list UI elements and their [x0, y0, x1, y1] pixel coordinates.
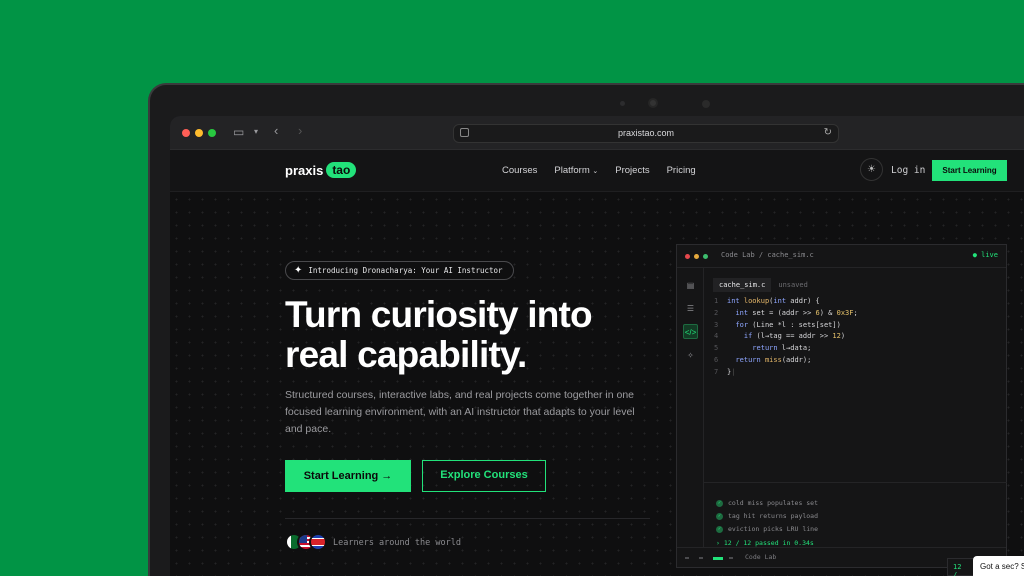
back-icon[interactable]: ‹: [274, 123, 278, 138]
hero-section: ✦ Introducing Dronacharya: Your AI Instr…: [170, 193, 1024, 576]
code-line: 6 return miss(addr);: [714, 355, 812, 364]
line-number: 5: [714, 344, 719, 353]
step-counter: 12 /: [947, 558, 975, 576]
live-indicator: ● live: [972, 251, 998, 259]
test-results: ✓ cold miss populates set ✓ tag hit return…: [704, 482, 1007, 547]
chevron-down-icon[interactable]: ▾: [254, 127, 258, 136]
panel-dot-red: [685, 254, 690, 259]
learners-caption: Learners around the world: [333, 538, 461, 548]
sensor-dot: [702, 100, 710, 108]
line-number: 4: [714, 332, 719, 341]
footer-dot: [685, 557, 689, 559]
check-icon: ✓: [716, 499, 723, 507]
list-icon[interactable]: ☰: [683, 301, 698, 316]
nav-link-projects[interactable]: Projects: [615, 165, 649, 176]
logo-word: praxis: [285, 162, 324, 178]
line-number: 1: [714, 297, 719, 305]
line-number: 7: [714, 367, 719, 376]
logo-pill: tao: [326, 162, 357, 178]
hero-title-line1: Turn curiosity into: [285, 294, 593, 335]
code-line: 5 return l→data;: [714, 344, 812, 353]
file-status: unsaved: [778, 281, 808, 289]
forward-icon[interactable]: ›: [298, 123, 302, 138]
browser-titlebar: ▭ ▾ ‹ › praxistao.com ↻: [170, 116, 1024, 150]
code-line: 2 int set = (addr >> 6) & 0x3F;: [714, 308, 858, 317]
check-icon: ✓: [716, 525, 723, 533]
chat-widget[interactable]: Got a sec? S: [973, 556, 1024, 576]
editor-tabs: cache_sim.c unsaved: [713, 278, 808, 292]
site-nav: praxis tao Courses Platform ⌄ Projects P…: [170, 150, 1024, 192]
panel-breadcrumb: Code Lab / cache_sim.c: [721, 251, 814, 259]
theme-toggle-sun-icon[interactable]: ☀: [860, 158, 883, 181]
code-line: 1 int lookup(int addr) {: [714, 297, 820, 305]
address-bar[interactable]: praxistao.com ↻: [453, 124, 839, 143]
north-korea-flag-icon: [309, 533, 327, 551]
panel-dot-yellow: [694, 254, 699, 259]
hero-title-line2: real capability.: [285, 334, 527, 375]
nav-link-platform-label: Platform: [554, 165, 590, 176]
test-row: ✓ eviction picks LRU line: [716, 525, 818, 533]
chevron-down-icon: ⌄: [592, 168, 599, 175]
reload-icon[interactable]: ↻: [824, 127, 832, 138]
panel-header: Code Lab / cache_sim.c ● live: [677, 245, 1006, 268]
footer-label: Code Lab: [745, 553, 777, 561]
sparkle-icon: ✦: [294, 265, 303, 276]
hero-subtitle: Structured courses, interactive labs, an…: [285, 389, 635, 435]
explore-courses-button[interactable]: Explore Courses: [422, 460, 546, 492]
check-icon: ✓: [716, 512, 723, 520]
nav-link-courses[interactable]: Courses: [502, 165, 537, 176]
browser-window: ▭ ▾ ‹ › praxistao.com ↻ praxis tao Cours…: [170, 116, 1024, 576]
start-learning-nav-button[interactable]: Start Learning: [932, 160, 1007, 181]
nav-link-pricing[interactable]: Pricing: [667, 165, 696, 176]
announcement-badge[interactable]: ✦ Introducing Dronacharya: Your AI Instr…: [285, 261, 514, 280]
test-label: eviction picks LRU line: [728, 525, 819, 533]
footer-dot: [729, 557, 733, 559]
code-line: 7}|: [714, 367, 736, 376]
url-text: praxistao.com: [617, 128, 675, 138]
file-icon[interactable]: ▤: [683, 278, 698, 293]
line-number: 2: [714, 308, 719, 317]
panel-dot-green: [703, 254, 708, 259]
login-link[interactable]: Log in: [891, 165, 925, 176]
camera-lens: [648, 98, 658, 108]
code-icon[interactable]: </>: [683, 324, 698, 339]
close-window-button[interactable]: [182, 129, 190, 137]
file-tab[interactable]: cache_sim.c: [713, 278, 772, 292]
debug-icon[interactable]: ✧: [683, 348, 698, 363]
test-row: ✓ tag hit returns payload: [716, 512, 818, 520]
code-lab-panel: Code Lab / cache_sim.c ● live ▤ ☰ </> ✧ …: [676, 244, 1007, 568]
footer-dot: [699, 557, 703, 559]
footer-progress: [713, 557, 723, 560]
test-label: tag hit returns payload: [728, 512, 819, 520]
sensor-dot: [620, 101, 625, 106]
test-label: cold miss populates set: [728, 499, 819, 507]
start-learning-button[interactable]: Start Learning →: [285, 460, 411, 492]
zoom-window-button[interactable]: [208, 129, 216, 137]
sidebar-toggle-icon[interactable]: ▭: [233, 125, 244, 139]
minimize-window-button[interactable]: [195, 129, 203, 137]
badge-text: Introducing Dronacharya: Your AI Instruc…: [308, 266, 503, 275]
code-line: 4 if (l→tag == addr >> 12): [714, 332, 846, 341]
test-row: ✓ cold miss populates set: [716, 499, 818, 507]
flag-avatars: [285, 533, 331, 553]
nav-link-platform[interactable]: Platform ⌄: [554, 165, 598, 176]
line-number: 6: [714, 355, 719, 364]
divider: [285, 518, 650, 519]
panel-sidebar: ▤ ☰ </> ✧: [677, 268, 704, 548]
code-editor[interactable]: 1 int lookup(int addr) { 2 int set = (add…: [714, 297, 858, 380]
logo[interactable]: praxis tao: [285, 162, 357, 178]
line-number: 3: [714, 320, 719, 329]
test-summary: › 12 / 12 passed in 0.34s: [716, 539, 814, 547]
nav-links: Courses Platform ⌄ Projects Pricing: [502, 165, 696, 176]
hero-title: Turn curiosity into real capability.: [285, 294, 593, 375]
code-line: 3 for (Line *l : sets[set]): [714, 320, 841, 329]
